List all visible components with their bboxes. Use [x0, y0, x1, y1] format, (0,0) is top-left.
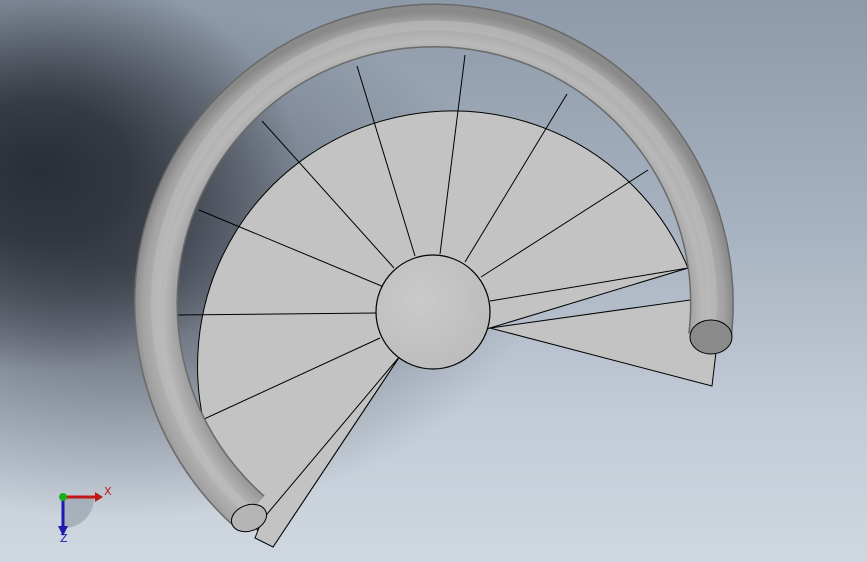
axis-triad: X Z: [58, 485, 112, 544]
spiral-staircase-model[interactable]: [0, 0, 867, 562]
center-pole[interactable]: [375, 254, 491, 370]
x-axis-arrow: [95, 492, 103, 502]
y-axis-dot: [59, 493, 67, 501]
z-axis-label: Z: [60, 532, 68, 544]
x-axis-label: X: [104, 485, 112, 498]
handrail-end-right: [689, 319, 733, 355]
graphics-viewport[interactable]: X Z: [0, 0, 867, 562]
triad-shadow: [64, 498, 94, 528]
